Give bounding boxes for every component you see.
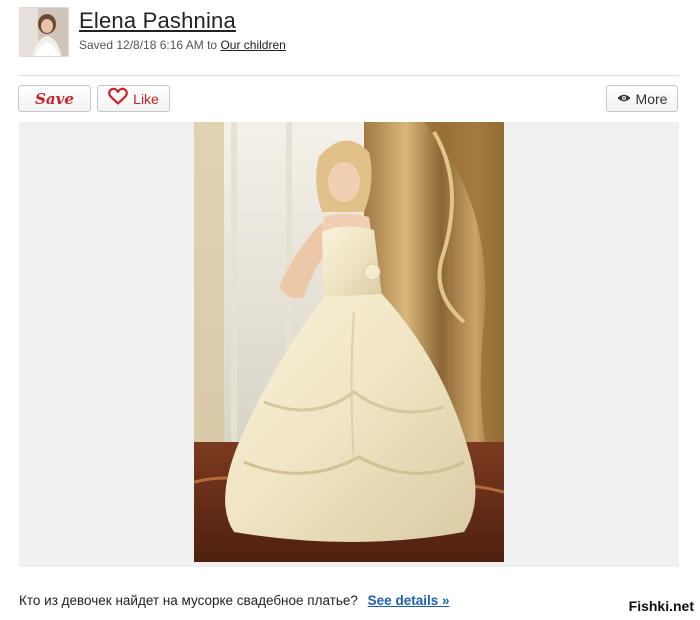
save-button[interactable]: Save	[18, 85, 91, 112]
avatar[interactable]	[19, 7, 69, 57]
like-button-label: Like	[133, 90, 159, 107]
saved-info: Saved 12/8/18 6:16 AM to Our children	[79, 38, 286, 52]
save-button-label: Save	[35, 89, 74, 108]
pin-image[interactable]	[194, 122, 504, 562]
like-button[interactable]: Like	[97, 85, 170, 112]
eye-icon	[617, 90, 631, 108]
more-button-label: More	[635, 90, 668, 107]
more-button[interactable]: More	[606, 85, 678, 112]
author-name-link[interactable]: Elena Pashnina	[79, 8, 236, 34]
see-details-link[interactable]: See details »	[368, 593, 450, 608]
pin-image-container	[19, 122, 679, 567]
watermark: Fishki.net	[628, 598, 694, 614]
description-text: Кто из девочек найдет на мусорке свадебн…	[19, 593, 358, 608]
pin-header: Elena Pashnina Saved 12/8/18 6:16 AM to …	[19, 7, 679, 59]
board-link[interactable]: Our children	[220, 38, 285, 52]
pin-page: Elena Pashnina Saved 12/8/18 6:16 AM to …	[0, 0, 700, 620]
pin-description: Кто из девочек найдет на мусорке свадебн…	[19, 593, 449, 608]
header-divider	[19, 75, 679, 76]
heart-icon	[108, 87, 129, 110]
saved-text: Saved 12/8/18 6:16 AM to	[79, 38, 218, 52]
